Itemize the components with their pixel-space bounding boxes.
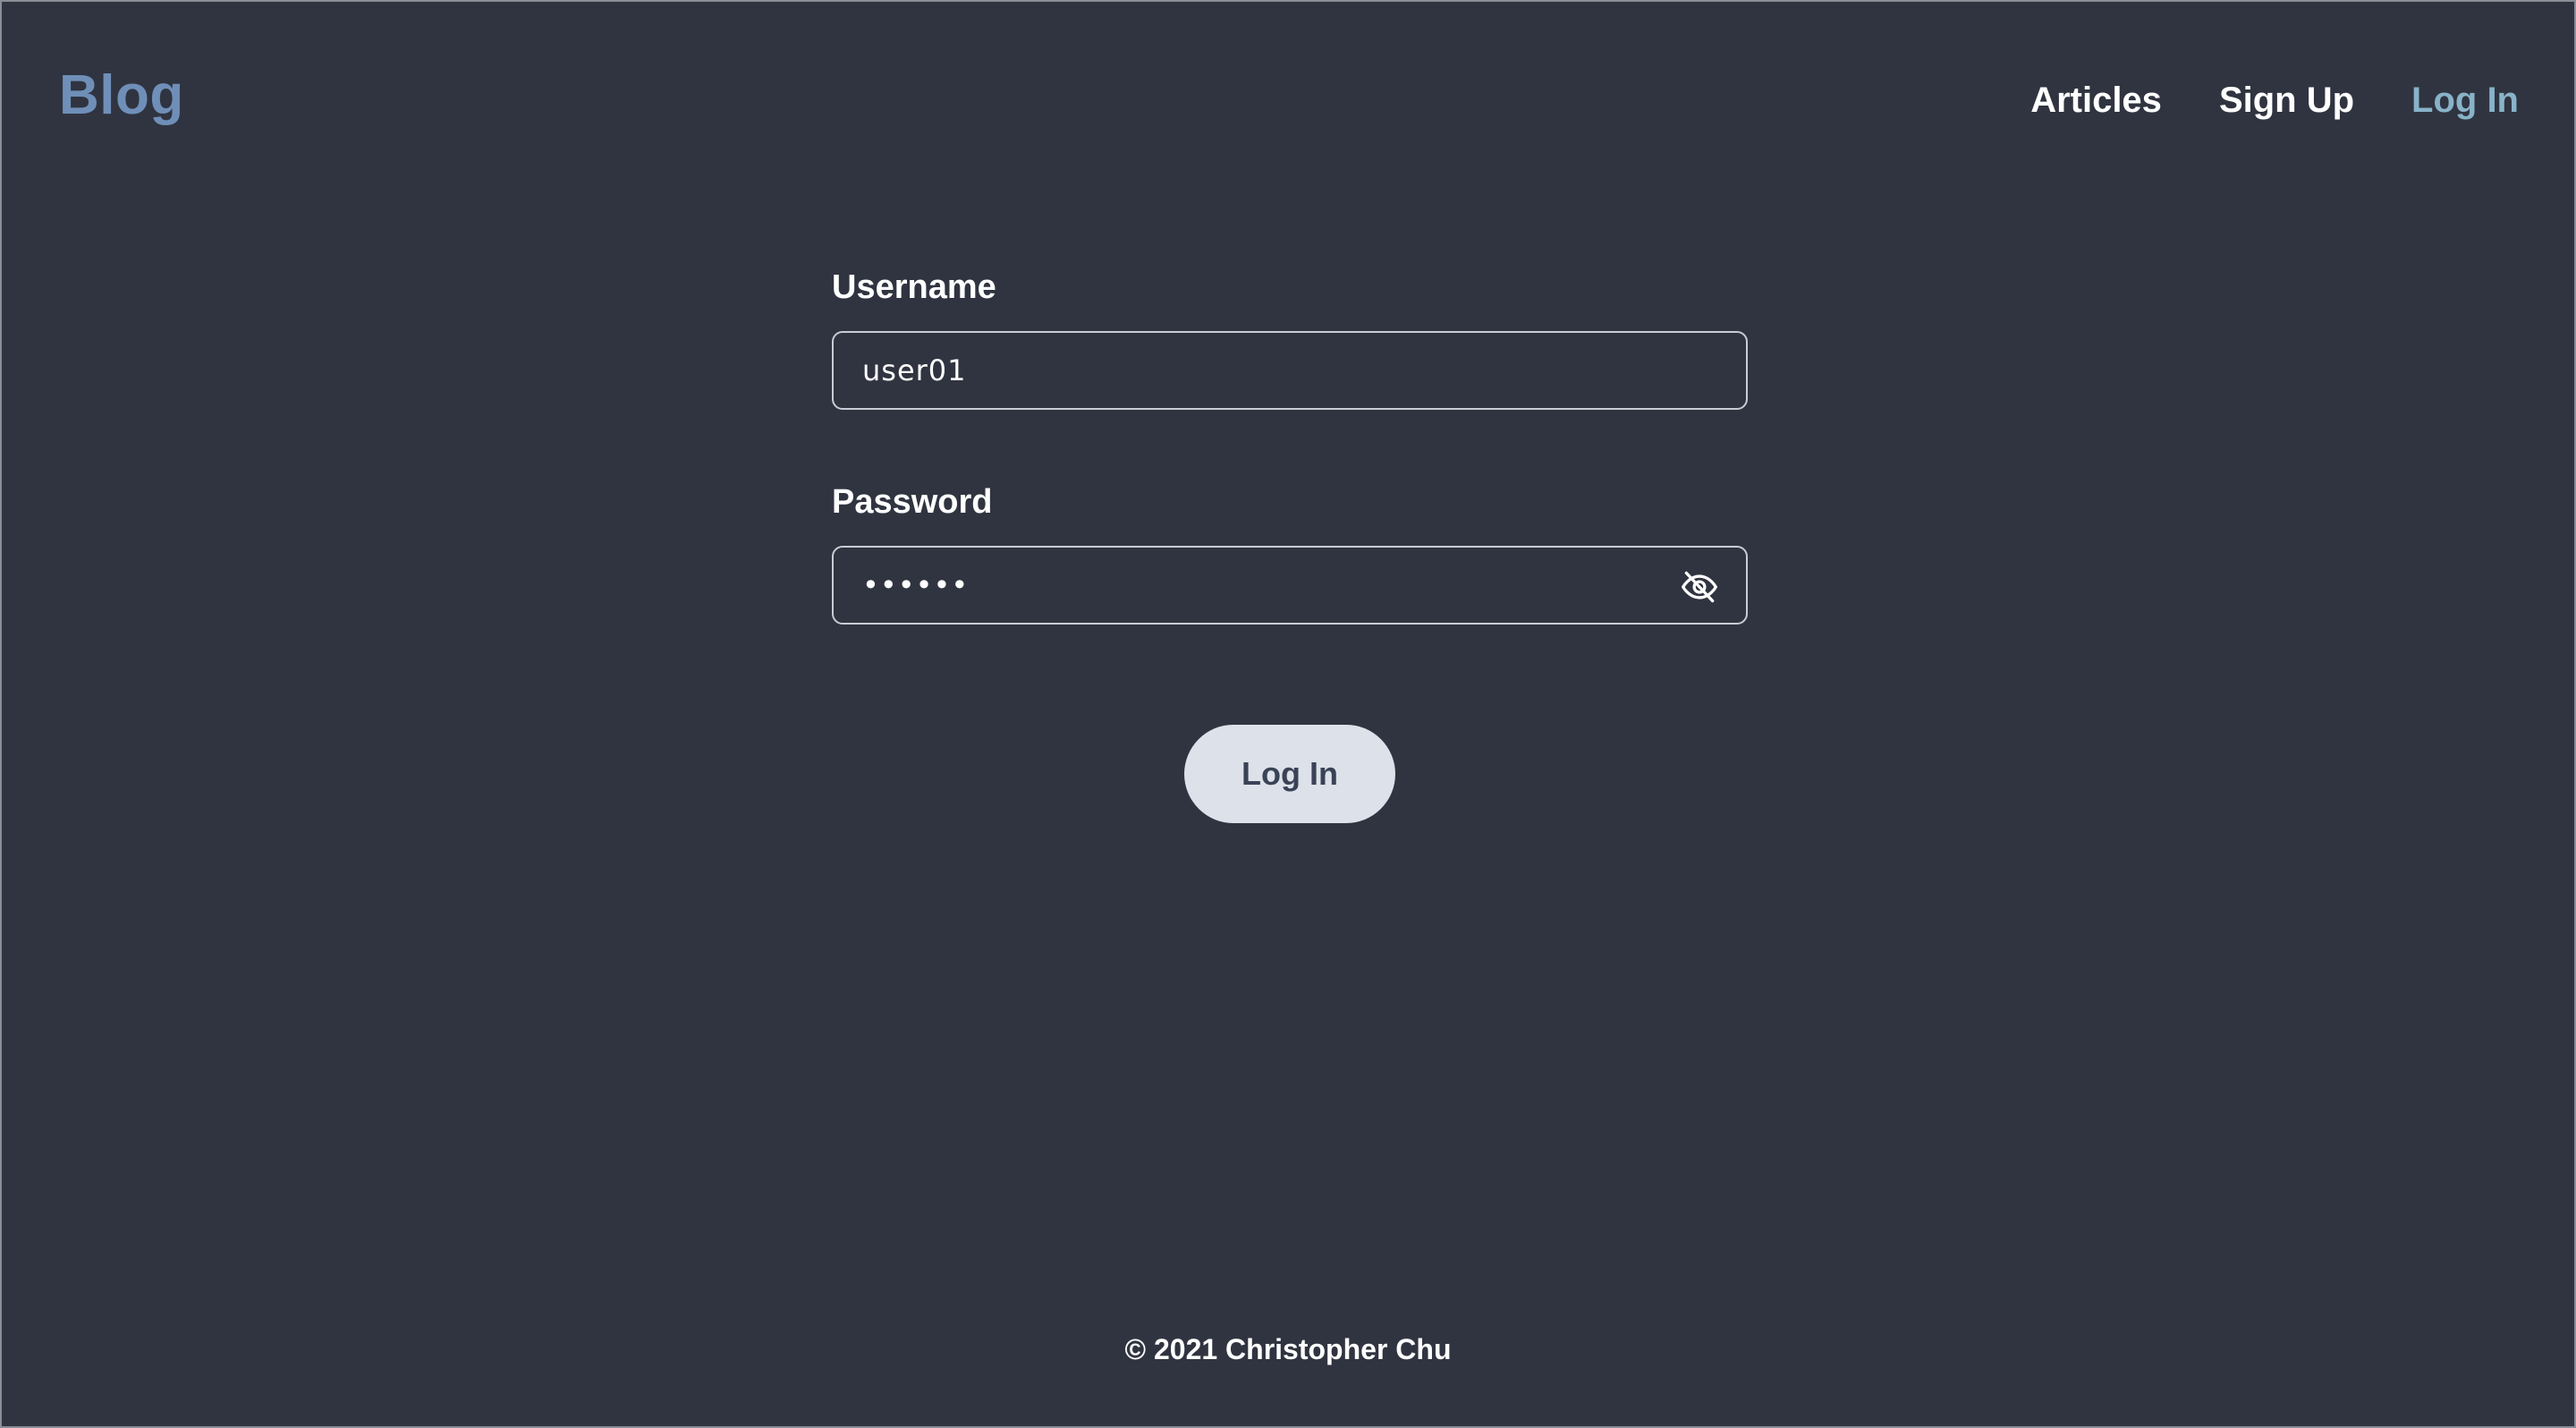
main-nav: Articles Sign Up Log In	[2030, 82, 2519, 118]
username-group: Username	[832, 270, 1748, 410]
nav-item-articles[interactable]: Articles	[2030, 82, 2162, 118]
password-group: Password	[832, 485, 1748, 625]
submit-row: Log In	[832, 725, 1748, 823]
footer-copyright: © 2021 Christopher Chu	[1124, 1333, 1452, 1365]
login-button[interactable]: Log In	[1184, 725, 1395, 823]
password-field-box	[832, 546, 1748, 625]
username-label: Username	[832, 268, 996, 306]
page: Blog Articles Sign Up Log In Username Pa…	[0, 0, 2576, 1428]
username-field-box	[832, 331, 1748, 410]
brand-logo[interactable]: Blog	[59, 68, 184, 123]
login-form: Username Password Log In	[832, 270, 1748, 823]
nav-item-log-in[interactable]: Log In	[2411, 82, 2519, 118]
eye-off-icon[interactable]	[1680, 567, 1719, 607]
nav-item-sign-up[interactable]: Sign Up	[2219, 82, 2354, 118]
username-input[interactable]	[834, 333, 1746, 408]
password-label: Password	[832, 483, 993, 521]
password-input[interactable]	[834, 548, 1746, 623]
